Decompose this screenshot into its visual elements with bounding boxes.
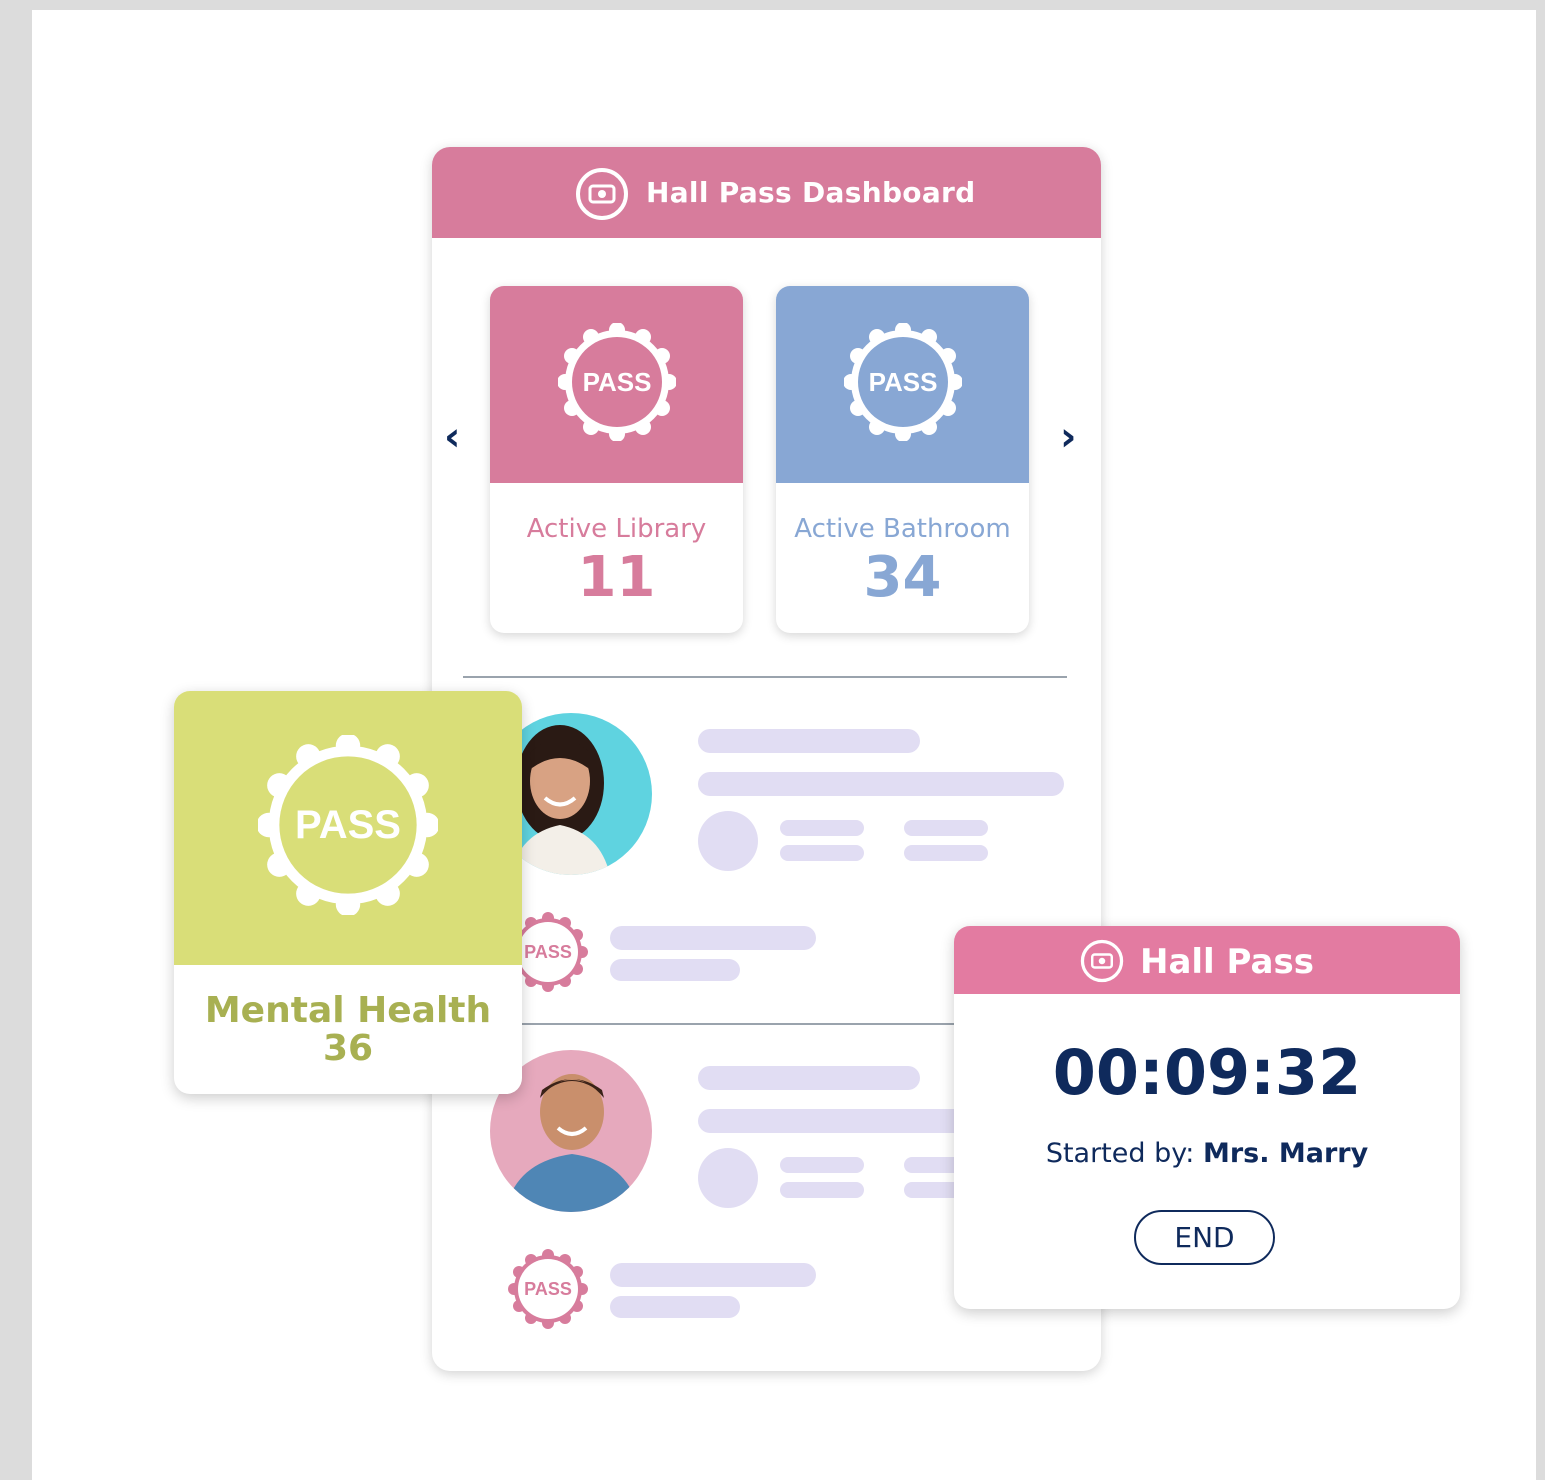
placeholder-line <box>610 1296 740 1318</box>
chevron-right-icon[interactable]: › <box>1060 417 1076 457</box>
tile-header: PASS <box>490 286 743 483</box>
dashboard-title: Hall Pass Dashboard <box>646 176 976 209</box>
pass-badge-label: PASS <box>868 366 938 397</box>
placeholder-line <box>610 959 740 981</box>
pass-badge-label: PASS <box>295 802 401 847</box>
placeholder-circle <box>698 1148 758 1208</box>
placeholder-line <box>780 845 864 861</box>
tile-count: 34 <box>863 545 942 610</box>
placeholder-line <box>698 772 1064 796</box>
mental-health-count: 36 <box>322 1028 374 1069</box>
pass-badge-label: PASS <box>582 366 652 397</box>
placeholder-line <box>780 820 864 836</box>
started-by-text: Started by: Mrs. Marry <box>954 1136 1460 1172</box>
placeholder-line <box>904 845 988 861</box>
placeholder-line <box>780 1182 864 1198</box>
tile-label: Active Library <box>526 514 707 544</box>
placeholder-line <box>610 926 816 950</box>
started-by-name: Mrs. Marry <box>1202 1138 1369 1169</box>
started-by-prefix: Started by: <box>1045 1138 1195 1169</box>
pass-stamp-label: PASS <box>524 1278 572 1299</box>
hall-pass-title: Hall Pass <box>1140 942 1314 982</box>
tile-label: Active Bathroom <box>794 514 1011 544</box>
hall-pass-header: Hall Pass <box>954 926 1460 994</box>
dashboard-header: Hall Pass Dashboard <box>432 147 1101 238</box>
placeholder-line <box>610 1263 816 1287</box>
mental-health-card[interactable]: PASS Mental Health 36 <box>174 691 522 1094</box>
placeholder-line <box>780 1157 864 1173</box>
placeholder-line <box>904 820 988 836</box>
end-pass-button[interactable]: END <box>1134 1210 1275 1265</box>
active-bathroom-tile[interactable]: PASS Active Bathroom 34 <box>776 286 1029 633</box>
pass-timer: 00:09:32 <box>1052 1036 1362 1109</box>
mental-health-label: Mental Health <box>204 990 492 1031</box>
chevron-left-icon[interactable]: ‹ <box>444 417 460 457</box>
placeholder-line <box>698 1066 920 1090</box>
tile-count: 11 <box>577 545 656 610</box>
ticket-icon <box>576 168 628 220</box>
mental-health-header: PASS <box>174 691 522 965</box>
hall-pass-card: Hall Pass 00:09:32 Started by: Mrs. Marr… <box>954 926 1460 1309</box>
divider <box>463 676 1067 678</box>
tile-header: PASS <box>776 286 1029 483</box>
ticket-icon <box>1080 939 1124 983</box>
placeholder-line <box>698 729 920 753</box>
active-library-tile[interactable]: PASS Active Library 11 <box>490 286 743 633</box>
placeholder-circle <box>698 811 758 871</box>
